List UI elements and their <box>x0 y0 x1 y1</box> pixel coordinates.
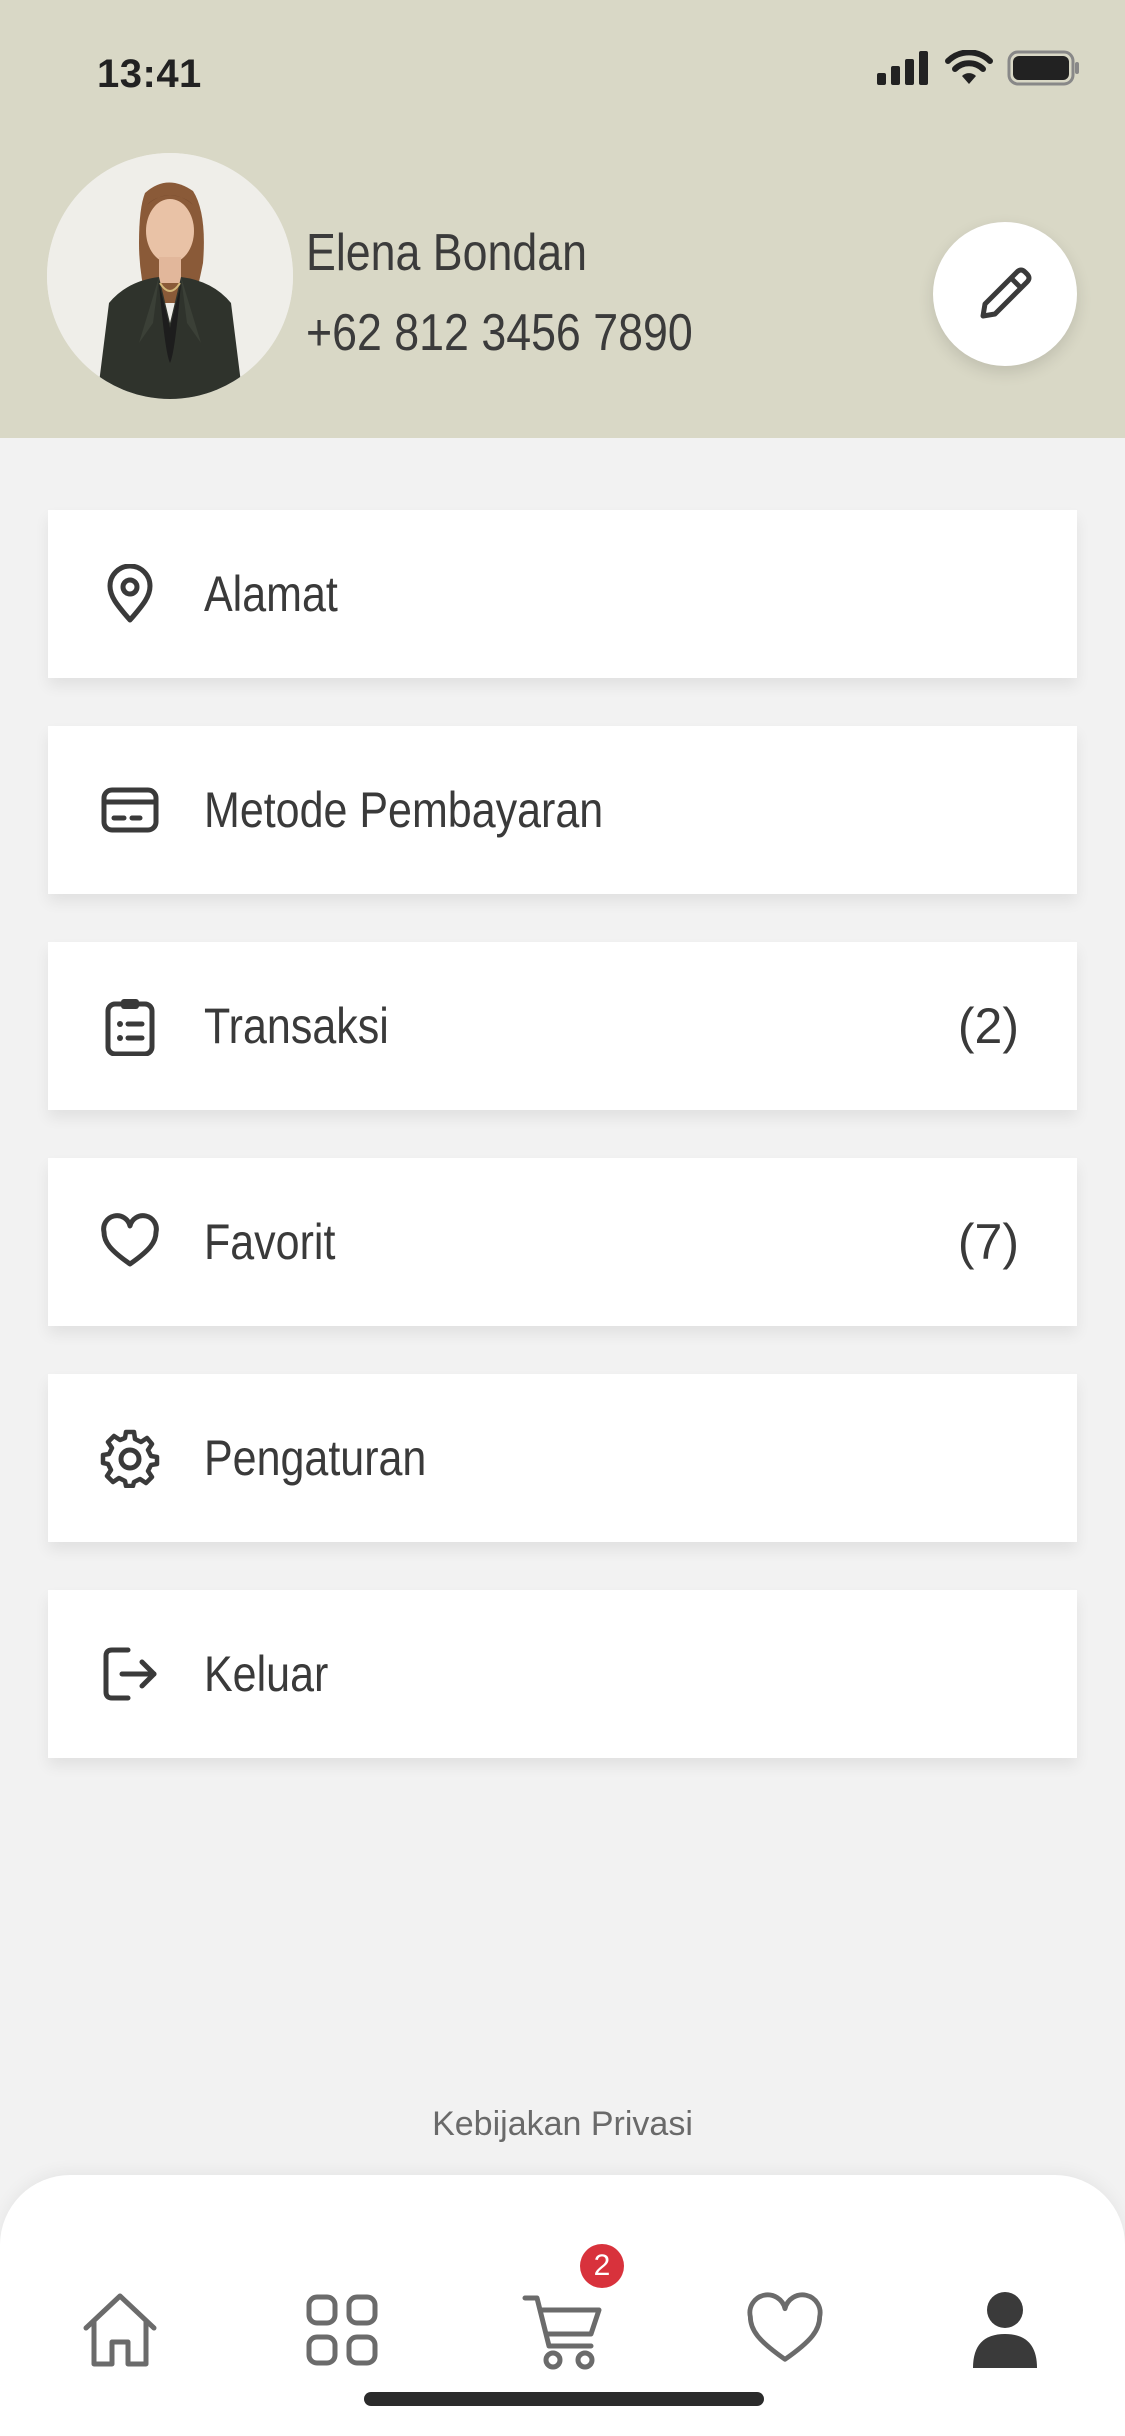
credit-card-icon <box>100 780 160 840</box>
nav-cart[interactable] <box>508 2275 618 2385</box>
pencil-icon <box>980 267 1032 319</box>
nav-home[interactable] <box>65 2275 175 2385</box>
nav-favorites[interactable] <box>730 2275 840 2385</box>
favorite-count: (7) <box>957 1214 1019 1270</box>
grid-icon <box>306 2294 378 2366</box>
location-pin-icon <box>100 564 160 624</box>
user-phone: +62 812 3456 7890 <box>306 304 693 362</box>
profile-header: 13:41 Elena Bondan +62 812 3456 7890 <box>0 0 1125 438</box>
cart-icon <box>522 2295 602 2370</box>
menu-item-keluar[interactable]: Keluar <box>48 1590 1077 1758</box>
nav-profile[interactable] <box>950 2275 1060 2385</box>
nav-categories[interactable] <box>287 2275 397 2385</box>
menu-item-metode-pembayaran[interactable]: Metode Pembayaran <box>48 726 1077 894</box>
edit-profile-button[interactable] <box>933 222 1077 366</box>
gear-icon <box>100 1428 160 1488</box>
menu-item-alamat[interactable]: Alamat <box>48 510 1077 678</box>
transaction-count: (2) <box>957 998 1019 1054</box>
clipboard-list-icon <box>100 996 160 1056</box>
menu-item-label: Transaksi <box>204 998 389 1054</box>
menu-item-label: Alamat <box>204 566 338 622</box>
home-icon <box>83 2293 157 2367</box>
menu-item-label: Pengaturan <box>204 1430 427 1486</box>
avatar-photo <box>47 153 293 399</box>
logout-icon <box>100 1644 160 1704</box>
user-icon <box>973 2292 1037 2368</box>
status-icons <box>877 50 1081 86</box>
battery-icon <box>1007 50 1079 86</box>
heart-icon <box>747 2292 823 2362</box>
user-name: Elena Bondan <box>306 224 587 282</box>
avatar <box>47 153 293 399</box>
privacy-policy-link[interactable]: Kebijakan Privasi <box>0 2105 1125 2144</box>
home-indicator <box>364 2392 764 2406</box>
wifi-icon <box>945 50 993 84</box>
menu-item-label: Favorit <box>204 1214 336 1270</box>
signal-icon <box>877 51 928 85</box>
cart-badge: 2 <box>580 2244 624 2288</box>
menu-item-transaksi[interactable]: Transaksi (2) <box>48 942 1077 1110</box>
menu-item-label: Metode Pembayaran <box>204 782 604 838</box>
status-time: 13:41 <box>97 52 202 96</box>
heart-icon <box>100 1212 160 1272</box>
menu-item-pengaturan[interactable]: Pengaturan <box>48 1374 1077 1542</box>
menu-item-favorit[interactable]: Favorit (7) <box>48 1158 1077 1326</box>
menu-item-label: Keluar <box>204 1646 329 1702</box>
